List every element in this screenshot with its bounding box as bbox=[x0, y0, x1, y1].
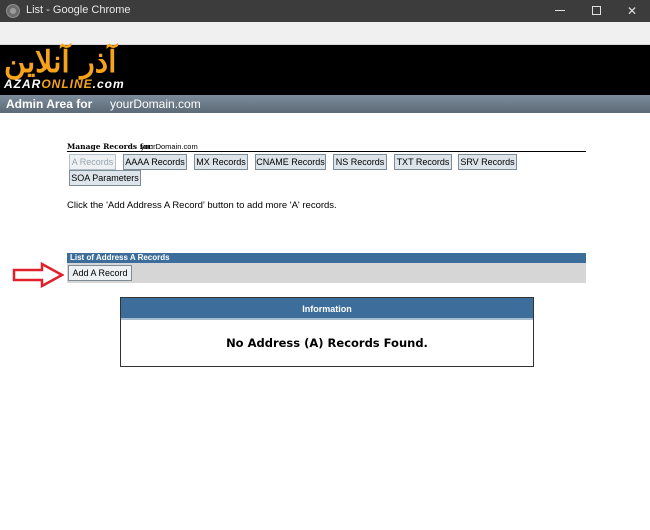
admin-domain: yourDomain.com bbox=[110, 97, 201, 111]
window-titlebar: List - Google Chrome ✕ bbox=[0, 0, 650, 22]
window-title: List - Google Chrome bbox=[26, 4, 131, 16]
tab-txt-records[interactable]: TXT Records bbox=[394, 154, 452, 170]
information-title: Information bbox=[121, 298, 533, 320]
admin-bar: Admin Area for yourDomain.com bbox=[0, 95, 650, 113]
manage-records-domain: yourDomain.com bbox=[141, 142, 198, 151]
add-record-hint: Click the 'Add Address A Record' button … bbox=[67, 200, 337, 211]
manage-records-label: Manage Records for bbox=[67, 142, 152, 151]
admin-area-label: Admin Area for bbox=[6, 97, 93, 111]
red-arrow-icon bbox=[12, 262, 64, 288]
browser-toolbar bbox=[0, 22, 650, 45]
add-a-record-button[interactable]: Add A Record bbox=[68, 265, 132, 281]
minimize-button[interactable] bbox=[542, 0, 578, 22]
list-toolbar bbox=[67, 263, 586, 283]
close-icon: ✕ bbox=[626, 4, 638, 18]
manage-records-heading: Manage Records for yourDomain.com bbox=[67, 141, 586, 152]
tab-srv-records[interactable]: SRV Records bbox=[458, 154, 517, 170]
list-title: List of Address A Records bbox=[67, 253, 586, 263]
close-button[interactable]: ✕ bbox=[614, 0, 650, 22]
tab-a-records[interactable]: A Records bbox=[69, 154, 116, 170]
logo-persian-text: آذر آنلاین bbox=[4, 45, 117, 80]
tab-soa-parameters[interactable]: SOA Parameters bbox=[69, 170, 141, 186]
information-panel: Information No Address (A) Records Found… bbox=[120, 297, 534, 367]
tab-ns-records[interactable]: NS Records bbox=[333, 154, 387, 170]
maximize-button[interactable] bbox=[578, 0, 614, 22]
minimize-icon bbox=[555, 10, 565, 12]
logo-latin-text: AZARONLINE.com bbox=[4, 77, 125, 91]
tab-cname-records[interactable]: CNAME Records bbox=[255, 154, 326, 170]
maximize-icon bbox=[591, 6, 601, 16]
no-records-message: No Address (A) Records Found. bbox=[226, 336, 428, 350]
tab-mx-records[interactable]: MX Records bbox=[194, 154, 248, 170]
site-logo[interactable]: آذر آنلاین AZARONLINE.com bbox=[4, 45, 174, 93]
chrome-icon bbox=[6, 4, 20, 18]
tab-aaaa-records[interactable]: AAAA Records bbox=[123, 154, 187, 170]
